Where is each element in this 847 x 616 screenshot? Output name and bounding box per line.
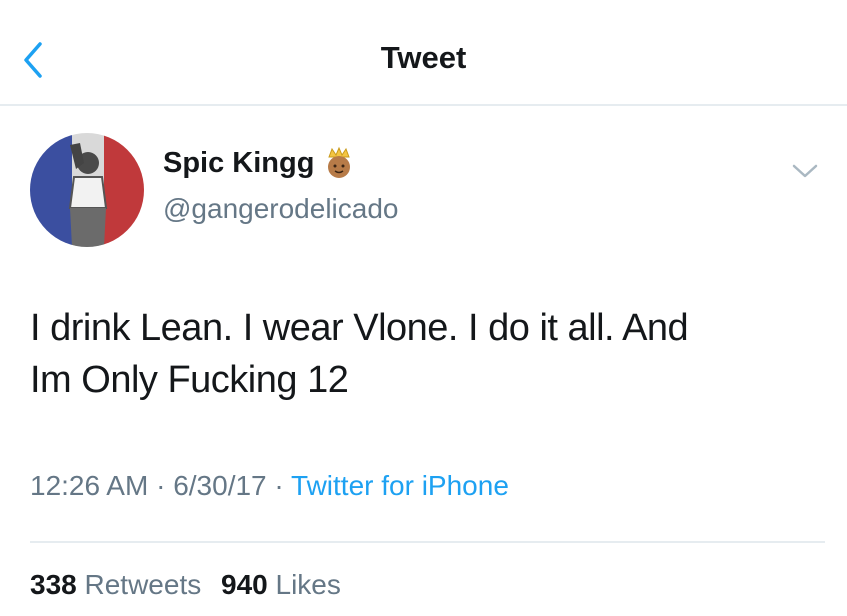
tweet-text-line: I drink Lean. I wear Vlone. I do it all.… — [30, 307, 689, 349]
tweet-stats: 338 Retweets 940 Likes — [30, 569, 353, 601]
tweet-date: 6/30/17 — [173, 470, 267, 501]
tweet-text-line: Im Only Fucking 12 — [30, 359, 349, 401]
page-title: Tweet — [380, 40, 467, 75]
prince-emoji-icon — [322, 146, 356, 180]
tweet-time: 12:26 AM — [30, 470, 149, 501]
likes-count: 940 — [221, 569, 268, 600]
tweet-text: I drink Lean. I wear Vlone. I do it all.… — [30, 302, 820, 406]
retweets-stat[interactable]: 338 Retweets — [30, 569, 209, 600]
display-name[interactable]: Spic Kingg — [163, 147, 314, 180]
retweets-label: Retweets — [84, 569, 202, 600]
chevron-down-icon[interactable] — [790, 160, 820, 184]
top-bar: Tweet — [0, 0, 847, 106]
tweet-source-link[interactable]: Twitter for iPhone — [291, 470, 509, 501]
user-handle[interactable]: @gangerodelicado — [163, 193, 398, 225]
retweets-count: 338 — [30, 569, 77, 600]
divider — [30, 541, 825, 543]
likes-label: Likes — [275, 569, 341, 600]
tweet-meta: 12:26 AM · 6/30/17 · Twitter for iPhone — [30, 470, 509, 502]
meta-separator: · — [274, 470, 284, 501]
author-name-row: Spic Kingg — [163, 146, 356, 180]
avatar[interactable] — [30, 133, 144, 247]
profile-avatar-image — [30, 133, 144, 247]
tweet-menu-button[interactable] — [790, 160, 820, 184]
likes-stat[interactable]: 940 Likes — [221, 569, 341, 600]
meta-separator: · — [156, 470, 166, 501]
